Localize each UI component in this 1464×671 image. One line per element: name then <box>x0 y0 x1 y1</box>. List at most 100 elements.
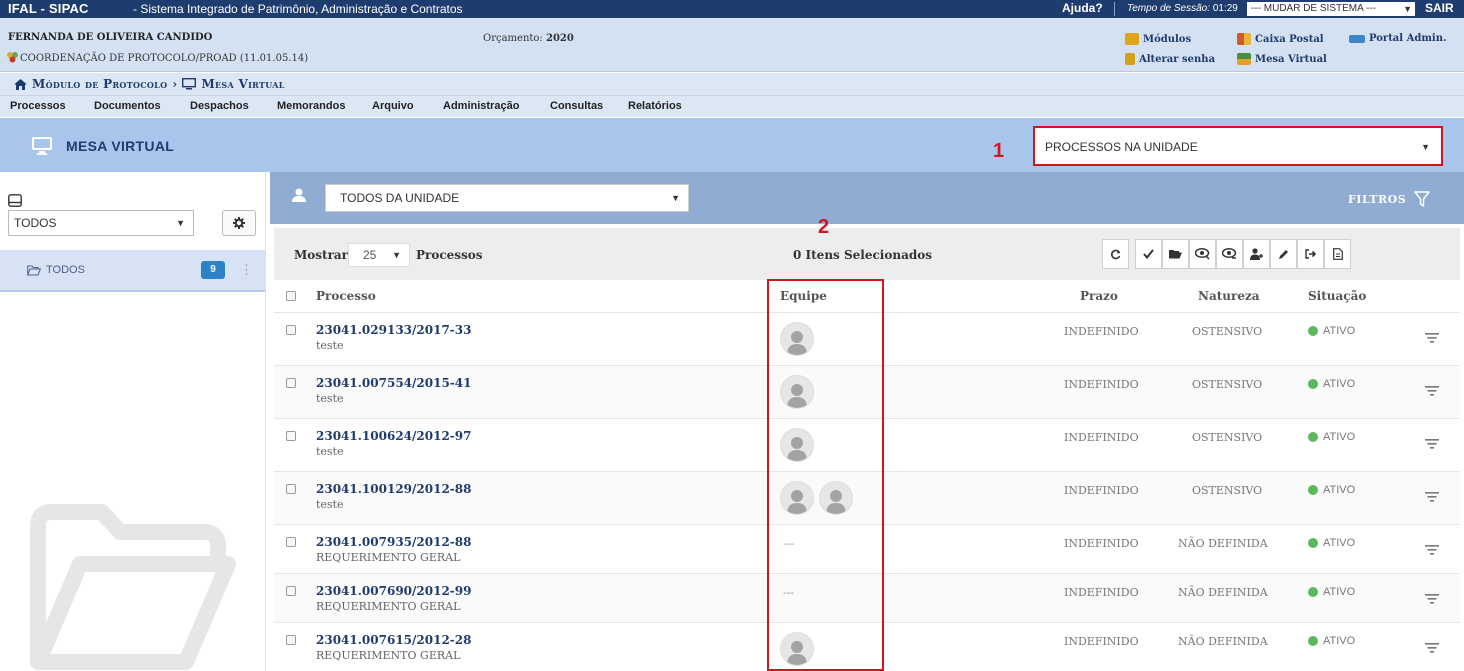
process-number-link[interactable]: 23041.100624/2012-97 <box>316 429 471 443</box>
user-avatar[interactable] <box>780 322 814 356</box>
column-status[interactable]: Situação <box>1308 289 1366 303</box>
column-deadline[interactable]: Prazo <box>1080 289 1118 303</box>
folder-filter-select[interactable]: TODOS ▼ <box>8 210 194 236</box>
system-switch-select[interactable]: --- MUDAR DE SISTEMA --- ▼ <box>1247 2 1415 16</box>
logout-link[interactable]: SAIR <box>1425 1 1454 15</box>
menu-processos[interactable]: Processos <box>10 100 66 112</box>
row-checkbox[interactable] <box>286 537 296 547</box>
portal-admin-link[interactable]: Portal Admin. <box>1349 33 1446 44</box>
row-checkbox[interactable] <box>286 325 296 335</box>
row-menu-icon[interactable] <box>1425 544 1439 558</box>
home-icon[interactable] <box>14 78 27 90</box>
sidebar-item-todos[interactable]: TODOS 9 ⋮ <box>0 250 265 292</box>
settings-button[interactable] <box>222 210 256 236</box>
process-number-link[interactable]: 23041.100129/2012-88 <box>316 482 471 496</box>
user-avatar[interactable] <box>780 632 814 666</box>
table-row[interactable]: 23041.007615/2012-28 REQUERIMENTO GERAL IN… <box>274 623 1460 671</box>
more-options-icon[interactable]: ⋮ <box>240 262 253 278</box>
view-mode-value: PROCESSOS NA UNIDADE <box>1045 140 1198 154</box>
process-nature: OSTENSIVO <box>1192 484 1263 497</box>
change-password-link[interactable]: Alterar senha <box>1125 53 1215 65</box>
breadcrumb-module[interactable]: Módulo de Protocolo <box>32 77 167 91</box>
user-avatar[interactable] <box>780 428 814 462</box>
menu-despachos[interactable]: Despachos <box>190 100 249 112</box>
process-nature: NÃO DEFINIDA <box>1178 586 1268 599</box>
untrack-button[interactable] <box>1216 239 1243 269</box>
folder-filter-value: TODOS <box>14 216 57 230</box>
process-status-label: ATIVO <box>1323 635 1356 647</box>
user-silhouette-icon <box>787 384 807 408</box>
process-nature: OSTENSIVO <box>1192 431 1263 444</box>
user-unit: COORDENAÇÃO DE PROTOCOLO/PROAD (11.01.05… <box>20 53 309 64</box>
process-deadline: INDEFINIDO <box>1064 325 1139 338</box>
user-silhouette-icon <box>787 437 807 461</box>
menu-consultas[interactable]: Consultas <box>550 100 603 112</box>
show-label: Mostrar <box>294 248 349 262</box>
menu-documentos[interactable]: Documentos <box>94 100 161 112</box>
change-password-link-label: Alterar senha <box>1139 53 1216 65</box>
assign-user-button[interactable] <box>1243 239 1270 269</box>
user-silhouette-icon <box>787 490 807 514</box>
table-row[interactable]: 23041.100624/2012-97 teste INDEFINIDO OSTEN… <box>274 419 1460 472</box>
process-deadline: INDEFINIDO <box>1064 537 1139 550</box>
export-button[interactable] <box>1324 239 1351 269</box>
inbox-link[interactable]: Caixa Postal <box>1237 33 1324 45</box>
edit-button[interactable] <box>1270 239 1297 269</box>
table-row[interactable]: 23041.007554/2015-41 teste INDEFINIDO OSTEN… <box>274 366 1460 419</box>
app-brand[interactable]: IFAL - SIPAC <box>8 1 89 16</box>
table-row[interactable]: 23041.007935/2012-88 REQUERIMENTO GERAL --… <box>274 525 1460 574</box>
help-link[interactable]: Ajuda? <box>1062 1 1103 15</box>
menu-memorandos[interactable]: Memorandos <box>277 100 345 112</box>
column-team[interactable]: Equipe <box>780 289 827 303</box>
row-menu-icon[interactable] <box>1425 332 1439 346</box>
team-avatars <box>780 632 814 666</box>
menu-relatorios[interactable]: Relatórios <box>628 100 682 112</box>
view-mode-select[interactable]: PROCESSOS NA UNIDADE ▼ <box>1033 126 1443 166</box>
row-menu-icon[interactable] <box>1425 385 1439 399</box>
row-checkbox[interactable] <box>286 586 296 596</box>
column-nature[interactable]: Natureza <box>1198 289 1260 303</box>
process-number-link[interactable]: 23041.007554/2015-41 <box>316 376 471 390</box>
inbox-icon <box>8 194 22 210</box>
row-checkbox[interactable] <box>286 378 296 388</box>
row-checkbox[interactable] <box>286 635 296 645</box>
receive-button[interactable] <box>1135 239 1162 269</box>
modules-link[interactable]: Módulos <box>1125 33 1191 45</box>
table-row[interactable]: 23041.007690/2012-99 REQUERIMENTO GERAL --… <box>274 574 1460 623</box>
table-row[interactable]: 23041.100129/2012-88 teste INDEFINIDO OSTEN… <box>274 472 1460 525</box>
page-size-select[interactable]: 25 ▼ <box>348 243 410 267</box>
row-checkbox[interactable] <box>286 484 296 494</box>
refresh-button[interactable] <box>1102 239 1129 269</box>
table-row[interactable]: 23041.029133/2017-33 teste INDEFINIDO OSTEN… <box>274 313 1460 366</box>
row-checkbox[interactable] <box>286 431 296 441</box>
process-number-link[interactable]: 23041.029133/2017-33 <box>316 323 471 337</box>
caret-down-icon: ▼ <box>671 193 680 203</box>
process-deadline: INDEFINIDO <box>1064 431 1139 444</box>
caret-down-icon: ▼ <box>1421 142 1430 152</box>
team-empty: --- <box>783 537 795 550</box>
process-status-label: ATIVO <box>1323 431 1356 443</box>
process-number-link[interactable]: 23041.007690/2012-99 <box>316 584 471 598</box>
row-menu-icon[interactable] <box>1425 438 1439 452</box>
process-number-link[interactable]: 23041.007935/2012-88 <box>316 535 471 549</box>
send-button[interactable] <box>1297 239 1324 269</box>
filters-button[interactable]: FILTROS <box>1348 191 1430 207</box>
user-avatar[interactable] <box>819 481 853 515</box>
row-menu-icon[interactable] <box>1425 593 1439 607</box>
row-menu-icon[interactable] <box>1425 491 1439 505</box>
select-all-checkbox[interactable] <box>286 291 296 301</box>
team-select[interactable]: TODOS DA UNIDADE ▼ <box>325 184 689 212</box>
track-button[interactable] <box>1189 239 1216 269</box>
menu-administracao[interactable]: Administração <box>443 100 519 112</box>
breadcrumb-page: Mesa Virtual <box>201 77 285 91</box>
menu-arquivo[interactable]: Arquivo <box>372 100 414 112</box>
document-icon <box>1332 248 1343 260</box>
virtual-desk-link[interactable]: Mesa Virtual <box>1237 53 1327 65</box>
archive-button[interactable] <box>1162 239 1189 269</box>
user-avatar[interactable] <box>780 375 814 409</box>
column-process[interactable]: Processo <box>316 289 376 303</box>
user-avatar[interactable] <box>780 481 814 515</box>
table-header-row: Processo Equipe Prazo Natureza Situação <box>274 280 1460 313</box>
process-number-link[interactable]: 23041.007615/2012-28 <box>316 633 471 647</box>
row-menu-icon[interactable] <box>1425 642 1439 656</box>
